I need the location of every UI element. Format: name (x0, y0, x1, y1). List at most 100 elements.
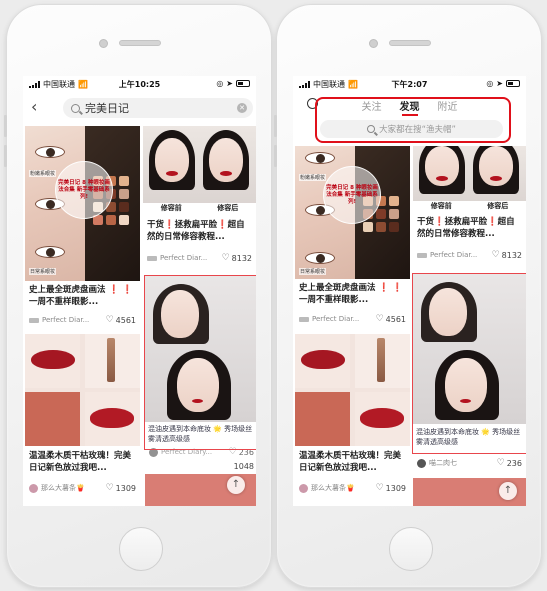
note-title: 混油皮遇到本命底妆 🌟 秀场级丝雾清透高级感 (416, 428, 521, 446)
note-card-lip[interactable]: 温温柔木质干枯玫瑰！完美日记新色放过我吧... 那么大薯条🍟 ♡ 1309 (295, 334, 410, 506)
brand-logo-icon (29, 317, 39, 323)
note-title: 干货❗拯救扁平脸❗超自然的日常修容教程... (147, 220, 245, 242)
note-meta: 那么大薯条🍟 ♡ 1309 (29, 482, 136, 494)
clear-icon[interactable]: ✕ (237, 103, 247, 113)
location-icon: ➤ (226, 79, 233, 88)
avatar (29, 483, 38, 493)
note-card-face[interactable]: 修容前 修容后 干货❗拯救扁平脸❗超自然的日常修容教程... Perfect D… (413, 146, 526, 270)
lipstick-tube (376, 338, 385, 382)
note-card-partial[interactable]: ↑ (413, 478, 526, 506)
back-arrow-icon[interactable]: ‹ (31, 97, 37, 116)
speaker-grille (119, 40, 161, 46)
author-name: Perfect Diar... (430, 251, 478, 259)
screen-right: 中国联通 📶 下午2:07 ◎ ➤ 关注 发现 附近 大家都在搜“渔夫帽” 粉嫩… (293, 76, 526, 506)
brand-logo-icon (417, 252, 427, 258)
heart-icon: ♡ (375, 314, 384, 324)
lipstick-tube (106, 338, 115, 382)
search-query: 完美日记 (85, 102, 129, 115)
heart-icon: ♡ (491, 250, 500, 260)
before-after-labels: 修容前 修容后 (413, 201, 526, 212)
before-after-labels: 修容前 修容后 (143, 203, 256, 214)
note-meta: Perfect Diar... ♡ 8132 (147, 252, 252, 264)
heart-icon: ♡ (105, 315, 114, 325)
image-caption: 日常系眼妆 (29, 268, 57, 275)
label-after: 修容后 (487, 202, 509, 210)
heart-icon: ♡ (221, 253, 230, 263)
lips-swatch (90, 408, 135, 428)
battery-icon (506, 80, 520, 87)
image-caption: 粉嫩系眼妆 (299, 174, 327, 181)
note-image (145, 276, 256, 422)
like-count: 236 (238, 447, 254, 457)
orientation-lock-icon: ◎ (216, 79, 224, 88)
home-button[interactable] (389, 527, 433, 571)
note-meta: 那么大薯条🍟 ♡ 1309 (299, 482, 406, 494)
eye-closeup (35, 246, 65, 258)
author-name: Perfect Diar... (160, 254, 208, 262)
brand-logo-icon (147, 255, 157, 261)
note-title: 温温柔木质干枯玫瑰！完美日记新色放过我吧... (29, 451, 132, 473)
orientation-lock-icon: ◎ (486, 79, 494, 88)
author-name: 那么大薯条🍟 (41, 484, 85, 492)
note-card-foundation[interactable]: 混油皮遇到本命底妆 🌟 秀场级丝雾清透高级感 Perfect Diary... … (145, 276, 256, 458)
author-name: Perfect Diar... (42, 316, 90, 324)
like-button[interactable]: ♡ 4561 (106, 315, 136, 325)
scroll-top-button[interactable]: ↑ (499, 482, 517, 500)
front-camera (369, 39, 378, 48)
author-name: 喵二肉七 (429, 459, 457, 467)
note-card-lip[interactable]: 温温柔木质干枯玫瑰！完美日记新色放过我吧... 那么大薯条🍟 ♡ 1309 (25, 334, 140, 506)
like-button[interactable]: ♡ 1309 (376, 483, 406, 493)
author-name: Perfect Diar... (312, 315, 360, 323)
note-card-eye[interactable]: 粉嫩系眼妆 日常系眼妆 完美日记 8 种眼妆画法合集 新手零基础系列! 史上最全… (295, 146, 410, 334)
volume-button (4, 115, 7, 137)
location-icon: ➤ (496, 79, 503, 88)
search-input[interactable]: 完美日记 ✕ (63, 98, 253, 118)
note-image: 修容前 修容后 (143, 126, 256, 214)
like-count: 236 (506, 458, 522, 468)
home-button[interactable] (119, 527, 163, 571)
phone-frame-left: 中国联通 📶 上午10:25 ◎ ➤ ‹ 完美日记 ✕ 粉嫩系眼妆 日常系眼妆 … (4, 4, 272, 588)
note-meta: Perfect Diar... ♡ 4561 (299, 313, 406, 325)
watermark-stamp: 完美日记 8 种眼妆画法合集 新手零基础系列! (55, 161, 113, 219)
note-image: 修容前 修容后 (413, 146, 526, 212)
eye-closeup (305, 152, 335, 164)
like-button[interactable]: ♡ 8132 (492, 250, 522, 260)
front-camera (99, 39, 108, 48)
image-caption: 日常系眼妆 (299, 268, 327, 275)
like-count: 1048 (233, 461, 254, 471)
avatar (417, 458, 426, 468)
note-image: 粉嫩系眼妆 日常系眼妆 完美日记 8 种眼妆画法合集 新手零基础系列! (25, 126, 140, 281)
like-button[interactable]: ♡ 236 (497, 458, 522, 468)
like-count: 1309 (385, 483, 406, 493)
note-card-foundation[interactable]: 混油皮遇到本命底妆 🌟 秀场级丝雾清透高级感 喵二肉七 ♡ 236 (413, 274, 526, 476)
search-icon (71, 103, 80, 113)
label-before: 修容前 (430, 202, 452, 210)
brand-logo-icon (299, 316, 309, 322)
avatar (299, 483, 308, 493)
heart-icon: ♡ (375, 483, 384, 493)
note-image: 粉嫩系眼妆 日常系眼妆 完美日记 8 种眼妆画法合集 新手零基础系列! (295, 146, 410, 279)
note-card-partial[interactable]: 1048 ↑ (145, 460, 256, 506)
note-meta: 喵二肉七 ♡ 236 (417, 457, 522, 469)
like-button[interactable]: ♡ 1309 (106, 483, 136, 493)
like-button[interactable]: ♡ 8132 (222, 253, 252, 263)
avatar (149, 447, 158, 457)
like-button[interactable]: ♡ 4561 (376, 314, 406, 324)
status-bar: 中国联通 📶 下午2:07 ◎ ➤ (293, 76, 526, 92)
phone-frame-right: 中国联通 📶 下午2:07 ◎ ➤ 关注 发现 附近 大家都在搜“渔夫帽” 粉嫩… (274, 4, 542, 588)
heart-icon: ♡ (228, 447, 237, 457)
like-count: 1309 (115, 483, 136, 493)
author-name: 那么大薯条🍟 (311, 484, 355, 492)
like-button[interactable]: ♡ 236 (229, 447, 254, 457)
note-title: 干货❗拯救扁平脸❗超自然的日常修容教程... (417, 217, 515, 239)
note-meta: Perfect Diar... ♡ 4561 (29, 314, 136, 326)
volume-button (274, 115, 277, 137)
like-count: 8132 (501, 250, 522, 260)
scroll-top-button[interactable]: ↑ (227, 476, 245, 494)
speaker-grille (389, 40, 431, 46)
lips-swatch (30, 350, 75, 370)
eye-closeup (305, 252, 335, 264)
note-card-eye[interactable]: 粉嫩系眼妆 日常系眼妆 完美日记 8 种眼妆画法合集 新手零基础系列! 史上最全… (25, 126, 140, 332)
note-card-face[interactable]: 修容前 修容后 干货❗拯救扁平脸❗超自然的日常修容教程... Perfect D… (143, 126, 256, 272)
screen-left: 中国联通 📶 上午10:25 ◎ ➤ ‹ 完美日记 ✕ 粉嫩系眼妆 日常系眼妆 … (23, 76, 256, 506)
